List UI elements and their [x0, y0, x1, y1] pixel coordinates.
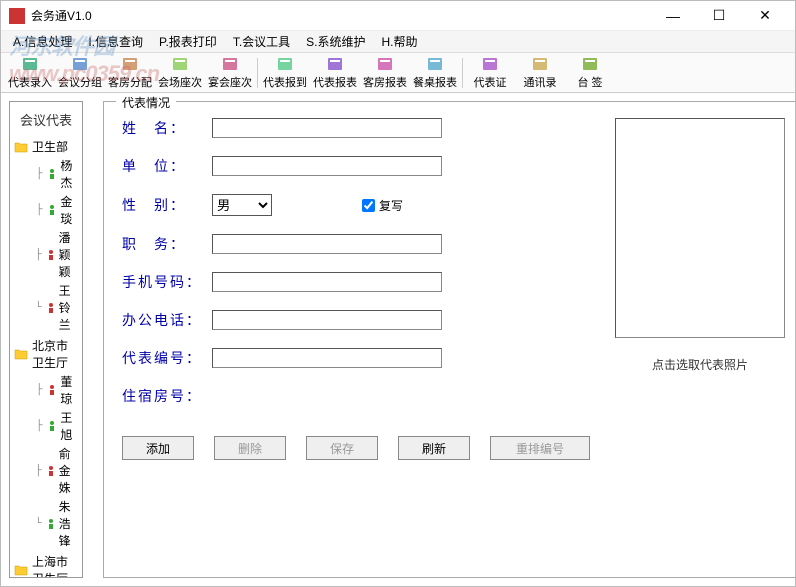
folder-icon: [14, 564, 28, 576]
tree-member[interactable]: ├潘颖颖: [14, 228, 78, 281]
toolbar-seat[interactable]: 会场座次: [155, 54, 205, 92]
person-icon: [48, 204, 56, 216]
person-icon: [47, 302, 55, 314]
form-fieldset: 代表情况 姓 名： 单 位： 性 别： 男女: [103, 101, 796, 578]
seat-icon: [171, 55, 189, 73]
content-area: 代表情况 姓 名： 单 位： 性 别： 男女: [91, 93, 796, 586]
tree-member[interactable]: └王铃兰: [14, 281, 78, 334]
duty-input[interactable]: [212, 234, 442, 254]
label-duty: 职 务：: [122, 234, 202, 254]
toolbar-badge[interactable]: 代表证: [465, 54, 515, 92]
copy-checkbox-wrap[interactable]: 复写: [362, 197, 403, 214]
toolbar: 代表录入会议分组客房分配会场座次宴会座次代表报到代表报表客房报表餐桌报表代表证通…: [1, 53, 795, 93]
renumber-button[interactable]: 重排编号: [490, 436, 590, 460]
menu-item-2[interactable]: P.报表打印: [151, 31, 225, 52]
fieldset-legend: 代表情况: [116, 94, 176, 111]
person-icon: [47, 249, 55, 261]
sidebar: 会议代表 卫生部├杨 杰├金 琰├潘颖颖└王铃兰北京市卫生厅├董 琼├王 旭├俞…: [1, 93, 91, 586]
copy-checkbox[interactable]: [362, 199, 375, 212]
menu-item-5[interactable]: H.帮助: [374, 31, 426, 52]
badge-icon: [481, 55, 499, 73]
toolbar-checkin[interactable]: 代表报到: [260, 54, 310, 92]
tree-group-2[interactable]: 上海市卫生厅: [14, 552, 78, 578]
folder-icon: [14, 348, 28, 360]
label-repno: 代表编号：: [122, 348, 202, 368]
close-button[interactable]: ✕: [743, 2, 787, 30]
tree-group-1[interactable]: 北京市卫生厅: [14, 336, 78, 372]
person-icon: [47, 518, 55, 530]
label-unit: 单 位：: [122, 156, 202, 176]
refresh-button[interactable]: 刷新: [398, 436, 470, 460]
toolbar-groups[interactable]: 会议分组: [55, 54, 105, 92]
tree-member[interactable]: ├董 琼: [14, 372, 78, 408]
groups-icon: [71, 55, 89, 73]
titlebar: 会务通V1.0 — ☐ ✕: [1, 1, 795, 31]
tree-member[interactable]: ├杨 杰: [14, 156, 78, 192]
window-title: 会务通V1.0: [31, 7, 651, 24]
toolbar-report2[interactable]: 客房报表: [360, 54, 410, 92]
toolbar-contacts[interactable]: 通讯录: [515, 54, 565, 92]
label-room: 住宿房号：: [122, 386, 202, 406]
label-mobile: 手机号码：: [122, 272, 202, 292]
menu-item-0[interactable]: A.信息处理: [5, 31, 80, 52]
copy-label: 复写: [379, 197, 403, 214]
menubar: 河东软件园 www.pc0359.cn A.信息处理I.信息查询P.报表打印T.…: [1, 31, 795, 53]
tree-member[interactable]: ├俞金姝: [14, 444, 78, 497]
photo-hint: 点击选取代表照片: [652, 356, 748, 373]
maximize-button[interactable]: ☐: [697, 2, 741, 30]
report3-icon: [426, 55, 444, 73]
checkin-icon: [276, 55, 294, 73]
person-icon: [48, 384, 56, 396]
delete-button[interactable]: 删除: [214, 436, 286, 460]
toolbar-room[interactable]: 客房分配: [105, 54, 155, 92]
toolbar-person-plus[interactable]: 代表录入: [5, 54, 55, 92]
name-input[interactable]: [212, 118, 442, 138]
tree-member[interactable]: └朱浩锋: [14, 497, 78, 550]
tree-member[interactable]: ├金 琰: [14, 192, 78, 228]
add-button[interactable]: 添加: [122, 436, 194, 460]
sign-icon: [581, 55, 599, 73]
save-button[interactable]: 保存: [306, 436, 378, 460]
gender-select[interactable]: 男女: [212, 194, 272, 216]
menu-item-3[interactable]: T.会议工具: [225, 31, 298, 52]
mobile-input[interactable]: [212, 272, 442, 292]
tree-member[interactable]: ├王 旭: [14, 408, 78, 444]
toolbar-dine[interactable]: 宴会座次: [205, 54, 255, 92]
room-icon: [121, 55, 139, 73]
contacts-icon: [531, 55, 549, 73]
menu-item-1[interactable]: I.信息查询: [80, 31, 151, 52]
label-gender: 性 别：: [122, 195, 202, 215]
dine-icon: [221, 55, 239, 73]
tree-panel: 会议代表 卫生部├杨 杰├金 琰├潘颖颖└王铃兰北京市卫生厅├董 琼├王 旭├俞…: [9, 101, 83, 578]
tree-group-0[interactable]: 卫生部: [14, 137, 78, 156]
person-icon: [48, 420, 56, 432]
person-plus-icon: [21, 55, 39, 73]
report2-icon: [376, 55, 394, 73]
label-office: 办公电话：: [122, 310, 202, 330]
label-name: 姓 名：: [122, 118, 202, 138]
report1-icon: [326, 55, 344, 73]
office-input[interactable]: [212, 310, 442, 330]
app-icon: [9, 8, 25, 24]
menu-item-4[interactable]: S.系统维护: [298, 31, 373, 52]
person-icon: [48, 168, 56, 180]
toolbar-report1[interactable]: 代表报表: [310, 54, 360, 92]
folder-icon: [14, 141, 28, 153]
toolbar-report3[interactable]: 餐桌报表: [410, 54, 460, 92]
photo-picker[interactable]: [615, 118, 785, 338]
person-icon: [47, 465, 55, 477]
minimize-button[interactable]: —: [651, 2, 695, 30]
unit-input[interactable]: [212, 156, 442, 176]
tree-title: 会议代表: [14, 106, 78, 137]
toolbar-sign[interactable]: 台 签: [565, 54, 615, 92]
repno-input[interactable]: [212, 348, 442, 368]
